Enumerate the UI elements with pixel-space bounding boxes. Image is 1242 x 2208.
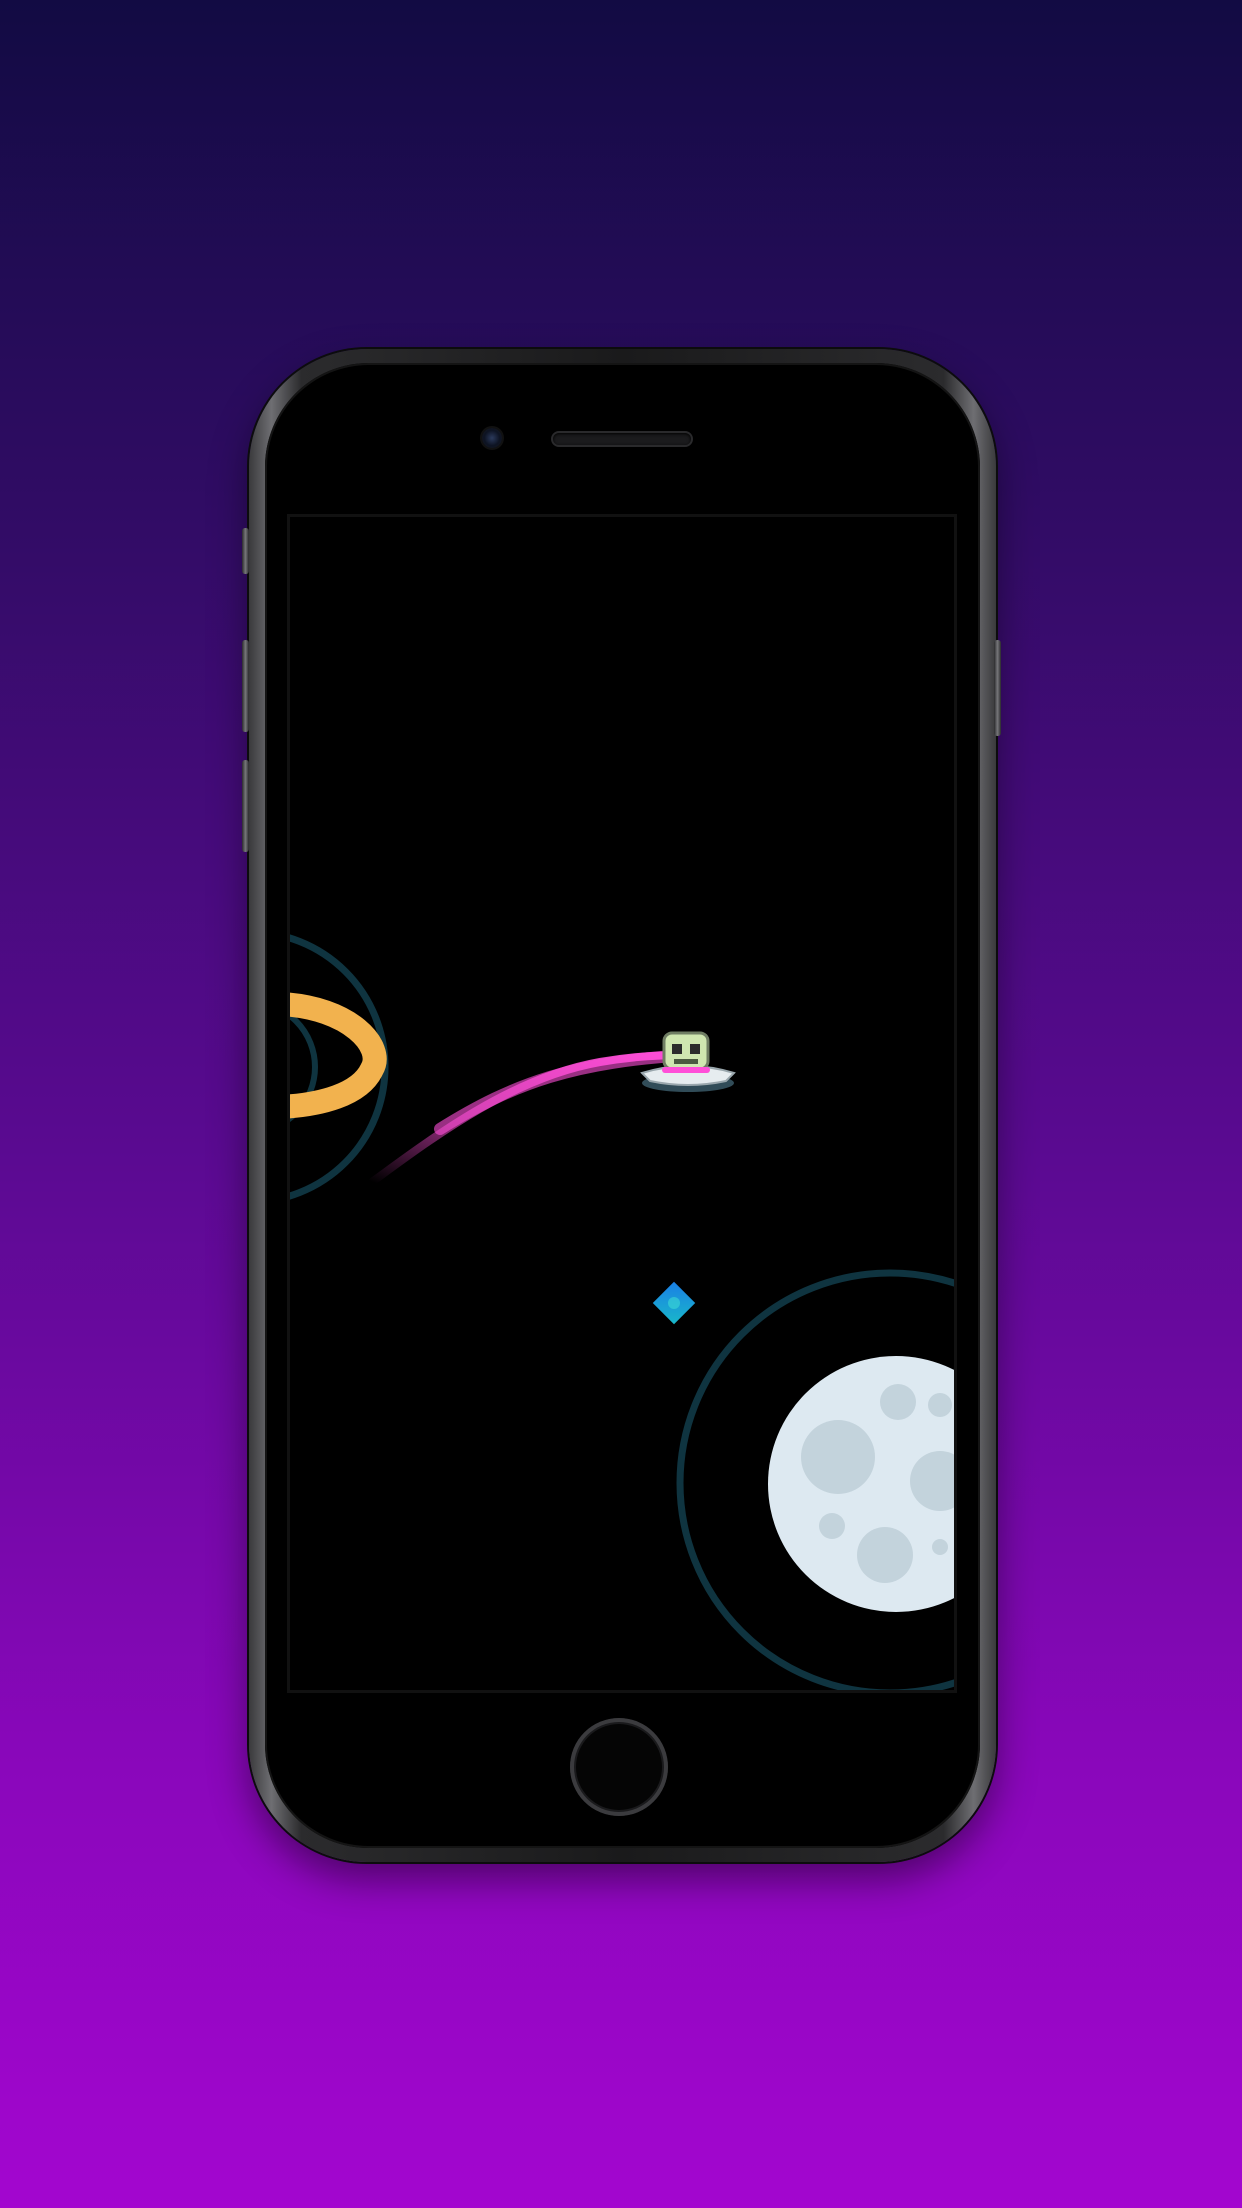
ufo-trail-core [434, 1049, 694, 1135]
front-camera-icon [482, 428, 502, 448]
alien-mouth [674, 1059, 698, 1064]
alien-eye-left [672, 1044, 682, 1054]
moon-crater-small [819, 1513, 845, 1539]
ufo-trail [368, 1051, 692, 1186]
gem-highlight [668, 1297, 680, 1309]
earpiece-speaker [553, 433, 691, 445]
moon-crater-top-right [928, 1393, 952, 1417]
moon-crater-large [801, 1420, 875, 1494]
mute-switch [242, 528, 249, 574]
volume-down-button [242, 760, 249, 852]
ufo-glow-strip [662, 1067, 710, 1073]
planet-gold-band [290, 992, 387, 1119]
moon-icon [676, 1269, 954, 1690]
moon-crater-tiny [932, 1539, 948, 1555]
ringed-planet-icon [290, 934, 389, 1200]
diamond-gem-icon[interactable] [652, 1281, 696, 1325]
game-screen[interactable] [290, 517, 954, 1690]
home-button[interactable] [570, 1718, 668, 1816]
volume-up-button [242, 640, 249, 732]
power-button [994, 640, 1001, 736]
app-store-background [0, 0, 1242, 2208]
moon-crater-top [880, 1384, 916, 1420]
game-canvas[interactable] [290, 517, 954, 1690]
alien-eye-right [690, 1044, 700, 1054]
moon-crater-bottom [857, 1527, 913, 1583]
